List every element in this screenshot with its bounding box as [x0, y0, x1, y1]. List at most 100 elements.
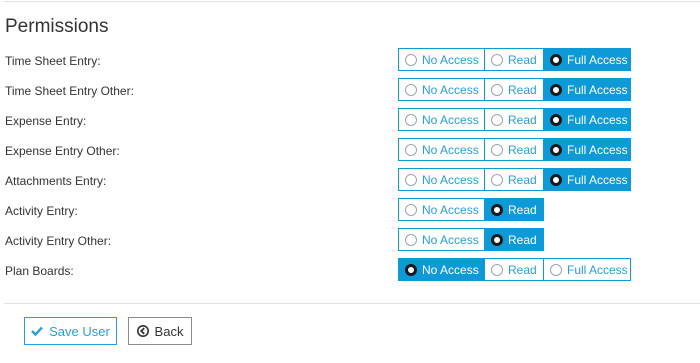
option-label: Read — [508, 232, 537, 247]
radio-icon — [405, 173, 417, 186]
option-label: Read — [508, 262, 537, 277]
option-full-button[interactable]: Full Access — [543, 258, 631, 281]
permission-toggle-group: No Access Read Full Access — [398, 108, 631, 131]
option-full-button[interactable]: Full Access — [543, 138, 631, 161]
permission-row-plan-boards: Plan Boards: No Access Read Full Access — [0, 256, 700, 286]
permissions-list: Time Sheet Entry: No Access Read Full Acces… — [0, 46, 700, 286]
permission-label: Time Sheet Entry Other: — [5, 84, 134, 98]
option-label: Full Access — [567, 112, 628, 127]
option-read-button[interactable]: Read — [484, 228, 544, 251]
option-full-button[interactable]: Full Access — [543, 168, 631, 191]
permission-label: Plan Boards: — [5, 264, 74, 278]
radio-icon — [550, 83, 562, 96]
radio-icon — [491, 53, 503, 66]
radio-icon — [491, 203, 503, 216]
radio-icon — [491, 113, 503, 126]
option-label: Read — [508, 112, 537, 127]
option-read-button[interactable]: Read — [484, 198, 544, 221]
permission-label: Activity Entry: — [5, 204, 78, 218]
option-read-button[interactable]: Read — [484, 138, 544, 161]
permission-row-expense-entry: Expense Entry: No Access Read Full Access — [0, 106, 700, 136]
radio-icon — [550, 113, 562, 126]
radio-icon — [405, 203, 417, 216]
option-label: Read — [508, 142, 537, 157]
top-divider — [4, 1, 700, 2]
radio-icon — [405, 263, 417, 276]
save-user-label: Save User — [49, 323, 110, 339]
option-full-button[interactable]: Full Access — [543, 108, 631, 131]
permission-toggle-group: No Access Read Full Access — [398, 258, 631, 281]
option-none-button[interactable]: No Access — [398, 168, 485, 191]
save-user-button[interactable]: Save User — [24, 317, 117, 345]
permission-row-time-sheet-entry-other: Time Sheet Entry Other: No Access Read Full… — [0, 76, 700, 106]
radio-icon — [491, 233, 503, 246]
option-none-button[interactable]: No Access — [398, 138, 485, 161]
option-none-button[interactable]: No Access — [398, 198, 485, 221]
permission-label: Expense Entry Other: — [5, 144, 120, 158]
permission-toggle-group: No Access Read Full Access — [398, 48, 631, 71]
option-label: No Access — [422, 82, 479, 97]
option-read-button[interactable]: Read — [484, 108, 544, 131]
radio-icon — [550, 143, 562, 156]
permission-label: Attachments Entry: — [5, 174, 107, 188]
check-icon — [31, 326, 44, 336]
option-label: No Access — [422, 232, 479, 247]
option-label: Full Access — [567, 172, 628, 187]
permission-toggle-group: No Access Read Full Access — [398, 138, 631, 161]
option-none-button[interactable]: No Access — [398, 78, 485, 101]
radio-icon — [405, 53, 417, 66]
permission-toggle-group: No Access Read — [398, 228, 544, 251]
option-read-button[interactable]: Read — [484, 258, 544, 281]
radio-icon — [491, 143, 503, 156]
bottom-divider — [4, 303, 700, 304]
radio-icon — [405, 143, 417, 156]
permission-label: Expense Entry: — [5, 114, 87, 128]
permission-row-activity-entry-other: Activity Entry Other: No Access Read — [0, 226, 700, 256]
option-label: No Access — [422, 202, 479, 217]
radio-icon — [491, 173, 503, 186]
permissions-page: Permissions Time Sheet Entry: No Access Re… — [0, 0, 700, 363]
option-label: Full Access — [567, 262, 628, 277]
option-label: No Access — [422, 262, 479, 277]
permission-toggle-group: No Access Read Full Access — [398, 78, 631, 101]
radio-icon — [550, 173, 562, 186]
permission-row-time-sheet-entry: Time Sheet Entry: No Access Read Full Acces… — [0, 46, 700, 76]
option-none-button[interactable]: No Access — [398, 228, 485, 251]
option-full-button[interactable]: Full Access — [543, 78, 631, 101]
option-label: No Access — [422, 112, 479, 127]
option-label: Read — [508, 82, 537, 97]
option-full-button[interactable]: Full Access — [543, 48, 631, 71]
radio-icon — [491, 83, 503, 96]
back-label: Back — [154, 323, 184, 339]
back-button[interactable]: Back — [128, 317, 192, 345]
radio-icon — [405, 233, 417, 246]
option-none-button[interactable]: No Access — [398, 258, 485, 281]
radio-icon — [405, 113, 417, 126]
permission-row-expense-entry-other: Expense Entry Other: No Access Read Full Ac… — [0, 136, 700, 166]
radio-icon — [405, 83, 417, 96]
option-none-button[interactable]: No Access — [398, 108, 485, 131]
circle-arrow-left-icon — [136, 325, 149, 337]
option-read-button[interactable]: Read — [484, 78, 544, 101]
option-label: Full Access — [567, 82, 628, 97]
permission-toggle-group: No Access Read — [398, 198, 544, 221]
permission-label: Time Sheet Entry: — [5, 54, 101, 68]
radio-icon — [550, 263, 562, 276]
radio-icon — [550, 53, 562, 66]
option-read-button[interactable]: Read — [484, 48, 544, 71]
option-none-button[interactable]: No Access — [398, 48, 485, 71]
option-label: Read — [508, 52, 537, 67]
option-label: Read — [508, 202, 537, 217]
permission-row-attachments-entry: Attachments Entry: No Access Read Full Acce… — [0, 166, 700, 196]
permission-toggle-group: No Access Read Full Access — [398, 168, 631, 191]
option-label: Read — [508, 172, 537, 187]
option-label: Full Access — [567, 52, 628, 67]
permission-label: Activity Entry Other: — [5, 234, 112, 248]
option-read-button[interactable]: Read — [484, 168, 544, 191]
option-label: Full Access — [567, 142, 628, 157]
section-title: Permissions — [5, 16, 109, 37]
option-label: No Access — [422, 142, 479, 157]
option-label: No Access — [422, 52, 479, 67]
option-label: No Access — [422, 172, 479, 187]
radio-icon — [491, 263, 503, 276]
